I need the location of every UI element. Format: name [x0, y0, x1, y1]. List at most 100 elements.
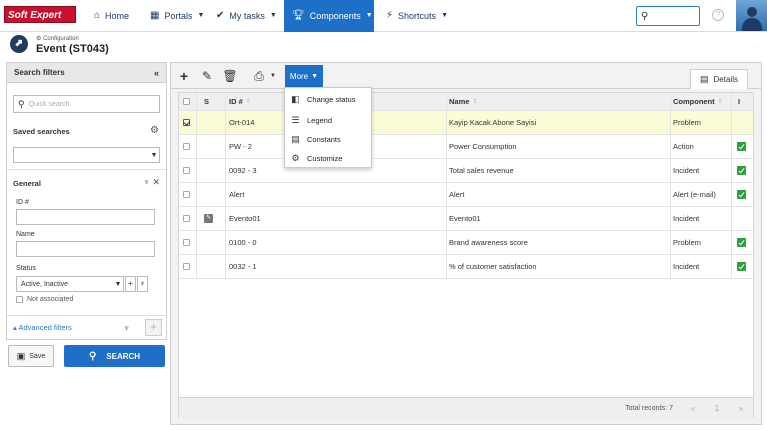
- saved-searches-select[interactable]: ▼: [13, 147, 160, 163]
- status-select[interactable]: Active, Inactive ▼: [16, 276, 124, 292]
- row-checkbox[interactable]: [183, 263, 190, 270]
- top-navbar: Soft Expert ⌂ Home ▦ Portals ▼ ✔ My task…: [0, 0, 767, 32]
- select-all-checkbox[interactable]: [183, 98, 190, 105]
- row-checkbox[interactable]: [183, 191, 190, 198]
- avatar[interactable]: [736, 0, 767, 31]
- not-associated-checkbox[interactable]: [16, 296, 23, 303]
- not-associated-label: Not associated: [27, 296, 74, 303]
- nav-shortcuts[interactable]: ⚡︎ Shortcuts ▼: [378, 0, 456, 32]
- menu-item-constants[interactable]: ▤ Constants: [285, 129, 373, 149]
- row-checkbox[interactable]: [183, 143, 190, 150]
- softexpert-logo[interactable]: Soft Expert: [4, 6, 76, 23]
- search-icon: ⚲: [18, 98, 25, 109]
- broom-icon[interactable]: ♆: [143, 177, 150, 187]
- not-associated-option[interactable]: Not associated: [16, 296, 73, 303]
- column-s[interactable]: S: [204, 93, 209, 110]
- nav-my-tasks[interactable]: ✔ My tasks ▼: [208, 0, 285, 32]
- broom-icon[interactable]: ♆: [123, 316, 130, 340]
- menu-item-legend[interactable]: ☰ Legend: [285, 110, 373, 130]
- active-check-icon: [737, 142, 746, 151]
- prev-page-button[interactable]: «: [683, 401, 703, 416]
- row-id: Alert: [229, 190, 245, 199]
- help-icon[interactable]: ?: [712, 9, 724, 21]
- row-name: Power Consumption: [449, 142, 517, 151]
- table-row[interactable]: 0092 - 3 Total sales revenue Incident: [179, 159, 753, 183]
- avatar-head: [747, 7, 757, 17]
- column-divider: [731, 93, 732, 110]
- trash-icon[interactable]: 🗑︎: [221, 67, 239, 85]
- row-id: 0100 - 0: [229, 238, 257, 247]
- tab-details[interactable]: ▤ Details: [690, 69, 748, 89]
- column-id[interactable]: ID # ⇕: [229, 93, 251, 110]
- save-button[interactable]: ▣ Save: [8, 345, 54, 367]
- status-add-button[interactable]: +: [125, 276, 136, 292]
- status-value: Active, Inactive: [21, 280, 69, 288]
- more-button[interactable]: More ▼: [285, 65, 323, 87]
- page-number[interactable]: 1: [707, 401, 727, 416]
- column-name-label: Name: [449, 97, 470, 106]
- row-checkbox[interactable]: [183, 239, 190, 246]
- active-check-icon: [737, 190, 746, 199]
- row-indicator-cell: [737, 135, 746, 158]
- chevron-down-icon: ▼: [365, 12, 373, 19]
- edit-icon[interactable]: ✎: [204, 214, 213, 223]
- nav-home[interactable]: ⌂ Home: [86, 0, 137, 32]
- next-page-button[interactable]: »: [731, 401, 751, 416]
- constants-icon: ▤: [291, 133, 300, 144]
- table-row[interactable]: PW - 2 Power Consumption Action: [179, 135, 753, 159]
- row-checkbox[interactable]: [183, 119, 190, 126]
- quick-search-input[interactable]: ⚲ Quick search: [13, 95, 160, 113]
- column-divider: [446, 183, 447, 206]
- status-label: Status: [16, 265, 36, 272]
- row-component: Alert (e-mail): [673, 190, 716, 199]
- page-title: Event (ST043): [36, 43, 109, 55]
- menu-item-change-status[interactable]: ◧ Change status: [285, 89, 373, 109]
- table-row[interactable]: Ort-014 Kayip Kacak Abone Sayisi Problem: [179, 111, 753, 135]
- print-icon[interactable]: ⎙: [250, 67, 268, 85]
- column-divider: [225, 159, 226, 182]
- quick-search-placeholder: Quick search: [28, 100, 70, 108]
- id-field[interactable]: [16, 209, 155, 225]
- close-icon[interactable]: ✕: [152, 177, 160, 188]
- row-component: Problem: [673, 238, 701, 247]
- column-divider: [225, 93, 226, 110]
- column-i[interactable]: I: [738, 93, 740, 110]
- sort-icon: ⇕: [472, 99, 478, 105]
- advanced-filters-link[interactable]: Advanced filters: [18, 323, 71, 332]
- table-row[interactable]: 0100 - 0 Brand awareness score Problem: [179, 231, 753, 255]
- event-app-icon: ⬈: [10, 35, 28, 53]
- collapse-icon[interactable]: «: [154, 63, 159, 83]
- global-search-input[interactable]: ⚲: [636, 6, 700, 26]
- table-row[interactable]: 0032 - 1 % of customer satisfaction Incide…: [179, 255, 753, 279]
- column-divider: [446, 159, 447, 182]
- status-clear-button[interactable]: ♆: [137, 276, 148, 292]
- search-button[interactable]: ⚲ SEARCH: [64, 345, 165, 367]
- table-row[interactable]: ✎ Evento01 Evento01 Incident: [179, 207, 753, 231]
- menu-item-label: Change status: [307, 94, 356, 104]
- column-component-label: Component: [673, 97, 715, 106]
- gear-icon[interactable]: ⚙: [150, 125, 159, 136]
- filters-header: Search filters «: [7, 63, 166, 83]
- add-icon[interactable]: +: [175, 67, 193, 85]
- chevron-down-icon[interactable]: ▼: [268, 67, 278, 85]
- edit-icon[interactable]: ✎: [198, 67, 216, 85]
- table-row[interactable]: Alert Alert Alert (e-mail): [179, 183, 753, 207]
- nav-portals[interactable]: ▦ Portals ▼: [142, 0, 212, 32]
- row-name: Total sales revenue: [449, 166, 514, 175]
- name-field[interactable]: [16, 241, 155, 257]
- column-divider: [731, 183, 732, 206]
- column-name[interactable]: Name ⇕: [449, 93, 477, 110]
- row-checkbox[interactable]: [183, 215, 190, 222]
- gear-icon: ⚙: [36, 36, 42, 42]
- column-divider: [225, 207, 226, 230]
- filters-box: Search filters « ⚲ Quick search Saved se…: [6, 62, 167, 340]
- add-filter-button[interactable]: +: [145, 319, 162, 336]
- row-component: Incident: [673, 262, 700, 271]
- menu-item-customize[interactable]: ⚙ Customize: [285, 148, 373, 168]
- column-component[interactable]: Component ⇕: [673, 93, 723, 110]
- nav-components[interactable]: 🏆︎ Components ▼: [284, 0, 374, 32]
- column-divider: [446, 231, 447, 254]
- row-checkbox[interactable]: [183, 167, 190, 174]
- row-indicator-cell: [737, 183, 746, 206]
- breadcrumb: ⚙ Configuration: [36, 35, 79, 42]
